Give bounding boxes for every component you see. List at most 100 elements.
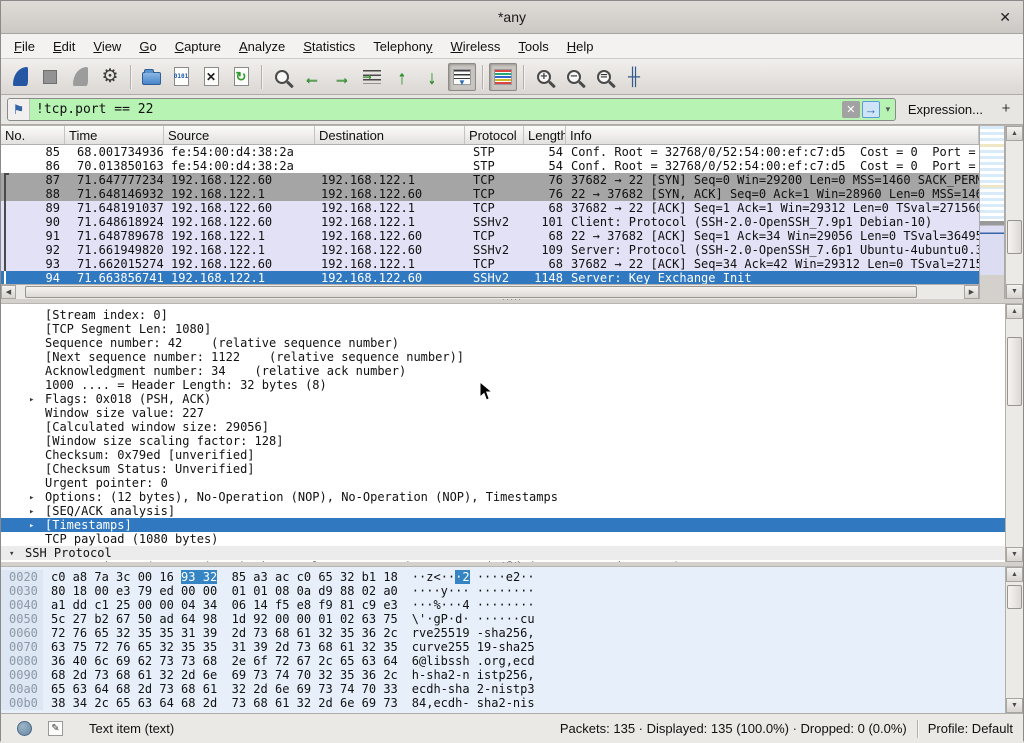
column-header-destination[interactable]: Destination bbox=[315, 126, 465, 144]
hex-row[interactable]: 009068 2d 73 68 61 32 2d 6e 69 73 74 70 … bbox=[1, 668, 1005, 682]
hex-bytes[interactable]: 68 2d 73 68 61 32 2d 6e 69 73 74 70 32 3… bbox=[51, 668, 398, 682]
column-header-no[interactable]: No. bbox=[1, 126, 65, 144]
packet-list-scrollbar[interactable]: ▲▼ bbox=[1005, 126, 1023, 299]
scroll-track[interactable] bbox=[1006, 582, 1023, 698]
detail-line[interactable]: Window size value: 227 bbox=[1, 406, 1005, 420]
hex-row[interactable]: 0040a1 dd c1 25 00 00 04 34 06 14 f5 e8 … bbox=[1, 598, 1005, 612]
hex-bytes[interactable]: 36 40 6c 69 62 73 73 68 2e 6f 72 67 2c 6… bbox=[51, 654, 398, 668]
hex-row[interactable]: 003080 18 00 e3 79 ed 00 00 01 01 08 0a … bbox=[1, 584, 1005, 598]
title-bar[interactable]: *any ✕ bbox=[1, 1, 1023, 34]
scroll-down-icon[interactable]: ▼ bbox=[1006, 698, 1023, 713]
detail-line[interactable]: Urgent pointer: 0 bbox=[1, 476, 1005, 490]
packet-row[interactable]: 9071.648618924192.168.122.60192.168.122.… bbox=[1, 215, 979, 229]
hex-row[interactable]: 00a065 63 64 68 2d 73 68 61 32 2d 6e 69 … bbox=[1, 682, 1005, 696]
save-capture-file-button[interactable]: 0101 bbox=[167, 63, 195, 91]
hex-row[interactable]: 006072 76 65 32 35 35 31 39 2d 73 68 61 … bbox=[1, 626, 1005, 640]
auto-scroll-live-button[interactable]: ▼ bbox=[448, 63, 476, 91]
find-packet-button[interactable] bbox=[268, 63, 296, 91]
detail-line[interactable]: Acknowledgment number: 34 (relative ack … bbox=[1, 364, 1005, 378]
scroll-thumb[interactable] bbox=[1007, 220, 1022, 254]
restart-capture-button[interactable] bbox=[66, 63, 94, 91]
close-icon[interactable]: ✕ bbox=[999, 9, 1011, 26]
scroll-thumb[interactable] bbox=[1007, 337, 1022, 405]
zoom-100-button[interactable]: = bbox=[590, 63, 618, 91]
menu-view[interactable]: View bbox=[84, 36, 130, 57]
hex-ascii[interactable]: h-sha2-n istp256, bbox=[412, 668, 535, 682]
stop-capture-button[interactable] bbox=[36, 63, 64, 91]
hex-row[interactable]: 007063 75 72 76 65 32 35 35 31 39 2d 73 … bbox=[1, 640, 1005, 654]
column-header-info[interactable]: Info bbox=[566, 126, 979, 144]
collapsed-arrow-icon[interactable]: ▸ bbox=[29, 505, 34, 518]
hex-bytes[interactable]: 72 76 65 32 35 35 31 39 2d 73 68 61 32 3… bbox=[51, 626, 398, 640]
capture-options-button[interactable]: ⚙ bbox=[96, 63, 124, 91]
go-to-bottom-button[interactable]: ↓ bbox=[418, 63, 446, 91]
resize-columns-button[interactable]: ╫ bbox=[620, 63, 648, 91]
status-profile[interactable]: Profile: Default bbox=[928, 721, 1013, 736]
scroll-right-icon[interactable]: ▶ bbox=[964, 285, 979, 299]
scroll-track[interactable] bbox=[1006, 141, 1023, 284]
filter-history-caret-icon[interactable]: ▾ bbox=[881, 99, 895, 120]
hex-ascii[interactable]: ····y··· ········ bbox=[412, 584, 535, 598]
packet-row[interactable]: 8871.648146932192.168.122.1192.168.122.6… bbox=[1, 187, 979, 201]
colorize-packets-button[interactable] bbox=[489, 63, 517, 91]
menu-go[interactable]: Go bbox=[130, 36, 165, 57]
hex-bytes[interactable]: c0 a8 7a 3c 00 16 93 32 85 a3 ac c0 65 3… bbox=[51, 570, 398, 584]
go-back-button[interactable]: ← bbox=[298, 63, 326, 91]
scroll-thumb[interactable] bbox=[1007, 585, 1022, 608]
detail-line[interactable]: [Stream index: 0] bbox=[1, 308, 1005, 322]
packet-row[interactable]: 9271.661949820192.168.122.1192.168.122.6… bbox=[1, 243, 979, 257]
detail-line[interactable]: 1000 .... = Header Length: 32 bytes (8) bbox=[1, 378, 1005, 392]
menu-help[interactable]: Help bbox=[558, 36, 603, 57]
hex-row[interactable]: 00505c 27 b2 67 50 ad 64 98 1d 92 00 00 … bbox=[1, 612, 1005, 626]
detail-line[interactable]: ▸Flags: 0x018 (PSH, ACK) bbox=[1, 392, 1005, 406]
packet-row[interactable]: 9171.648789678192.168.122.1192.168.122.6… bbox=[1, 229, 979, 243]
menu-analyze[interactable]: Analyze bbox=[230, 36, 294, 57]
menu-file[interactable]: File bbox=[5, 36, 44, 57]
display-filter-field[interactable]: ⚑ ✕ → ▾ bbox=[7, 98, 896, 121]
scroll-up-icon[interactable]: ▲ bbox=[1006, 567, 1023, 582]
hex-bytes[interactable]: 38 34 2c 65 63 64 68 2d 73 68 61 32 2d 6… bbox=[51, 696, 398, 710]
packet-row[interactable]: 9471.663856741192.168.122.1192.168.122.6… bbox=[1, 271, 979, 284]
expert-info-icon[interactable] bbox=[17, 721, 32, 736]
expanded-arrow-icon[interactable]: ▾ bbox=[9, 547, 14, 560]
detail-line[interactable]: [Calculated window size: 29056] bbox=[1, 420, 1005, 434]
detail-line[interactable]: TCP payload (1080 bytes) bbox=[1, 532, 1005, 546]
hex-row[interactable]: 008036 40 6c 69 62 73 73 68 2e 6f 72 67 … bbox=[1, 654, 1005, 668]
go-forward-button[interactable]: → bbox=[328, 63, 356, 91]
detail-line[interactable]: [Checksum Status: Unverified] bbox=[1, 462, 1005, 476]
packet-row[interactable]: 8771.647777234192.168.122.60192.168.122.… bbox=[1, 173, 979, 187]
menu-capture[interactable]: Capture bbox=[166, 36, 230, 57]
menu-telephony[interactable]: Telephony bbox=[364, 36, 441, 57]
add-filter-button[interactable]: + bbox=[995, 100, 1017, 119]
hex-bytes[interactable]: 63 75 72 76 65 32 35 35 31 39 2d 73 68 6… bbox=[51, 640, 398, 654]
hex-ascii[interactable]: ecdh-sha 2-nistp3 bbox=[412, 682, 535, 696]
collapsed-arrow-icon[interactable]: ▸ bbox=[29, 519, 34, 532]
filter-bookmark-icon[interactable]: ⚑ bbox=[8, 99, 30, 120]
menu-tools[interactable]: Tools bbox=[509, 36, 557, 57]
column-header-source[interactable]: Source bbox=[164, 126, 315, 144]
packet-row[interactable]: 8971.648191037192.168.122.60192.168.122.… bbox=[1, 201, 979, 215]
menu-wireless[interactable]: Wireless bbox=[442, 36, 510, 57]
column-header-protocol[interactable]: Protocol bbox=[465, 126, 524, 144]
display-filter-input[interactable] bbox=[30, 99, 841, 120]
menu-edit[interactable]: Edit bbox=[44, 36, 84, 57]
go-to-top-button[interactable]: ↑ bbox=[388, 63, 416, 91]
scroll-track[interactable] bbox=[16, 285, 964, 299]
open-capture-file-button[interactable] bbox=[137, 63, 165, 91]
scroll-track[interactable] bbox=[1006, 319, 1023, 547]
pane-splitter-lower[interactable] bbox=[1, 562, 1023, 566]
reload-capture-file-button[interactable]: ↻ bbox=[227, 63, 255, 91]
packet-row[interactable]: 9371.662015274192.168.122.60192.168.122.… bbox=[1, 257, 979, 271]
detail-line[interactable]: [Window size scaling factor: 128] bbox=[1, 434, 1005, 448]
hex-ascii[interactable]: curve255 19-sha25 bbox=[412, 640, 535, 654]
packet-minimap[interactable] bbox=[979, 126, 1005, 299]
detail-line[interactable]: ▸[Timestamps] bbox=[1, 518, 1005, 532]
packet-list-hscrollbar[interactable]: ◀▶ bbox=[1, 284, 979, 299]
menu-statistics[interactable]: Statistics bbox=[294, 36, 364, 57]
pane-splitter-upper[interactable] bbox=[1, 299, 1023, 303]
start-capture-button[interactable] bbox=[6, 63, 34, 91]
hex-bytes[interactable]: 80 18 00 e3 79 ed 00 00 01 01 08 0a d9 8… bbox=[51, 584, 398, 598]
detail-line[interactable]: [Next sequence number: 1122 (relative se… bbox=[1, 350, 1005, 364]
hex-row[interactable]: 00b038 34 2c 65 63 64 68 2d 73 68 61 32 … bbox=[1, 696, 1005, 710]
details-scrollbar[interactable]: ▲▼ bbox=[1005, 304, 1023, 562]
